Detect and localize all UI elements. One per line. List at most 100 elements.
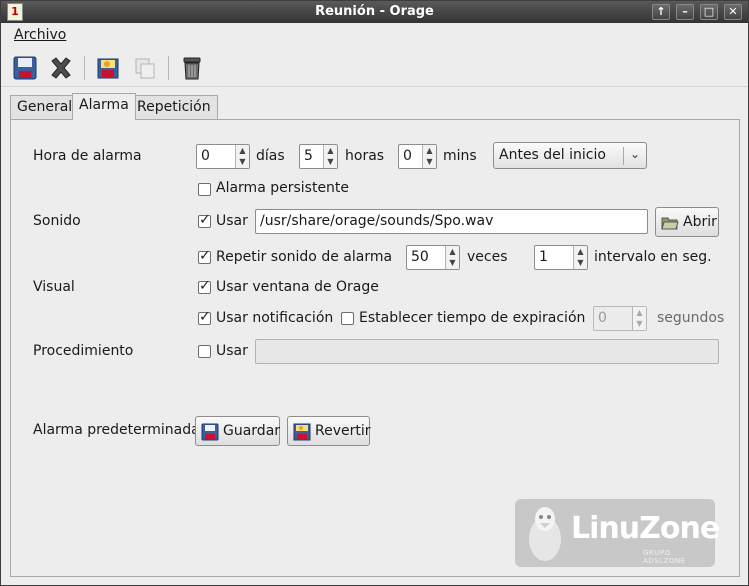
sonido-usar-label: Usar — [216, 213, 248, 229]
spin-up-icon[interactable]: ▲ — [238, 145, 247, 156]
tab-alarma-label: Alarma — [79, 97, 129, 113]
abrir-button-label: Abrir — [683, 214, 717, 230]
repetir-sonido-checkbox[interactable]: ✓ — [198, 248, 211, 264]
window-minimize-button[interactable]: – — [676, 4, 694, 20]
save-icon — [201, 423, 219, 441]
toolbar-separator — [84, 56, 85, 80]
toolbar-separator — [168, 56, 169, 80]
expiracion-label: Establecer tiempo de expiración — [359, 310, 586, 326]
notificacion-checkbox[interactable]: ✓ — [198, 309, 211, 325]
tab-repeticion-label: Repetición — [137, 99, 211, 115]
alarm-timing-value: Antes del inicio — [499, 147, 606, 163]
guardar-button[interactable]: Guardar — [195, 416, 280, 446]
spin-up-icon[interactable]: ▲ — [326, 145, 335, 156]
window-up-button[interactable]: ↑ — [652, 4, 670, 20]
alarm-timing-combo[interactable]: Antes del inicio ⌄ — [493, 142, 647, 169]
expiracion-checkbox[interactable] — [341, 312, 354, 325]
abrir-button[interactable]: Abrir — [655, 207, 719, 237]
expiracion-value: 0 — [598, 310, 607, 326]
checkmark-icon: ✓ — [199, 309, 211, 325]
interval-spin-arrows[interactable]: ▲ ▼ — [573, 246, 587, 269]
menu-archivo[interactable]: Archivo — [14, 27, 66, 43]
mins-unit-label: mins — [443, 148, 477, 164]
repeat-count-value: 50 — [411, 249, 429, 265]
expiracion-spin-arrows: ▲ ▼ — [632, 307, 646, 330]
spin-up-icon: ▲ — [636, 308, 643, 317]
spin-down-icon: ▼ — [636, 319, 643, 328]
abrir-button-text: Abrir — [683, 214, 717, 230]
sonido-usar-checkbox[interactable]: ✓ — [198, 212, 211, 228]
interval-label: intervalo en seg. — [594, 249, 712, 265]
horas-unit-label: horas — [345, 148, 385, 164]
spin-down-icon[interactable]: ▼ — [576, 257, 585, 268]
interval-value: 1 — [539, 249, 548, 265]
copy-icon — [132, 55, 158, 81]
revertir-button[interactable]: Revertir — [287, 416, 371, 446]
horas-spin-arrows[interactable]: ▲ ▼ — [323, 145, 337, 168]
tab-general[interactable]: General — [10, 95, 80, 119]
sonido-label: Sonido — [33, 213, 81, 229]
guardar-button-label: Guardar — [223, 423, 280, 439]
dias-spinbutton[interactable]: 0 ▲ ▼ — [196, 144, 250, 169]
window-close-button[interactable]: ✕ — [724, 4, 742, 20]
visual-label: Visual — [33, 279, 75, 295]
tab-alarma[interactable]: Alarma — [72, 93, 136, 120]
menu-archivo-label: Archivo — [14, 27, 67, 43]
interval-spinbutton[interactable]: 1 ▲ ▼ — [534, 245, 588, 270]
menu-bar: Archivo — [1, 23, 748, 47]
dias-value: 0 — [201, 148, 210, 164]
watermark-brand: LinuZone — [571, 511, 720, 546]
spin-down-icon[interactable]: ▼ — [238, 156, 247, 167]
toolbar — [1, 49, 748, 87]
mins-value: 0 — [403, 148, 412, 164]
expiracion-spinbutton: 0 ▲ ▼ — [593, 306, 647, 331]
horas-spinbutton[interactable]: 5 ▲ ▼ — [299, 144, 338, 169]
alarma-persistente-label: Alarma persistente — [216, 180, 350, 196]
window-title: Reunión - Orage — [315, 4, 434, 19]
spin-up-icon[interactable]: ▲ — [448, 246, 457, 257]
window-maximize-button[interactable]: □ — [700, 4, 718, 20]
duplicate-icon[interactable] — [95, 55, 121, 81]
procedimiento-usar-label: Usar — [216, 343, 248, 359]
veces-label: veces — [467, 249, 508, 265]
revertir-button-label: Revertir — [315, 423, 371, 439]
segundos-label: segundos — [657, 310, 725, 326]
revert-icon — [293, 423, 311, 441]
alarma-persistente-checkbox[interactable] — [198, 183, 211, 196]
sound-file-input[interactable]: /usr/share/orage/sounds/Spo.wav — [255, 209, 648, 234]
tab-repeticion[interactable]: Repetición — [130, 95, 218, 119]
repeat-count-spin-arrows[interactable]: ▲ ▼ — [445, 246, 459, 269]
save-icon[interactable] — [12, 55, 38, 81]
delete-icon[interactable] — [48, 55, 74, 81]
repeat-count-spinbutton[interactable]: 50 ▲ ▼ — [406, 245, 460, 270]
revertir-button-text: Revertir — [315, 423, 371, 439]
ventana-orage-label: Usar ventana de Orage — [216, 279, 379, 295]
linuzone-watermark: LinuZone GRUPO ADSLZONE — [515, 499, 720, 567]
folder-open-icon — [661, 214, 679, 232]
spin-down-icon[interactable]: ▼ — [448, 257, 457, 268]
trash-icon[interactable] — [179, 55, 205, 81]
dias-unit-label: días — [256, 148, 285, 164]
combo-separator — [623, 147, 624, 165]
tab-general-label: General — [17, 99, 73, 115]
procedimiento-usar-checkbox[interactable] — [198, 345, 211, 358]
procedimiento-label: Procedimiento — [33, 343, 134, 359]
dias-spin-arrows[interactable]: ▲ ▼ — [235, 145, 249, 168]
title-bar: 1 Reunión - Orage ↑ – □ ✕ — [1, 1, 748, 23]
horas-value: 5 — [304, 148, 313, 164]
notificacion-label: Usar notificación — [216, 310, 334, 326]
hora-alarma-label: Hora de alarma — [33, 148, 142, 164]
spin-up-icon[interactable]: ▲ — [576, 246, 585, 257]
spin-up-icon[interactable]: ▲ — [425, 145, 434, 156]
procedure-command-input — [255, 339, 719, 364]
sound-file-value: /usr/share/orage/sounds/Spo.wav — [260, 213, 494, 229]
spin-down-icon[interactable]: ▼ — [425, 156, 434, 167]
mins-spin-arrows[interactable]: ▲ ▼ — [422, 145, 436, 168]
chevron-down-icon: ⌄ — [629, 147, 640, 161]
checkmark-icon: ✓ — [199, 278, 211, 294]
watermark-subtitle: GRUPO ADSLZONE — [643, 549, 686, 565]
mins-spinbutton[interactable]: 0 ▲ ▼ — [398, 144, 437, 169]
spin-down-icon[interactable]: ▼ — [326, 156, 335, 167]
ventana-orage-checkbox[interactable]: ✓ — [198, 278, 211, 294]
alarma-predeterminada-label: Alarma predeterminada — [33, 422, 200, 438]
